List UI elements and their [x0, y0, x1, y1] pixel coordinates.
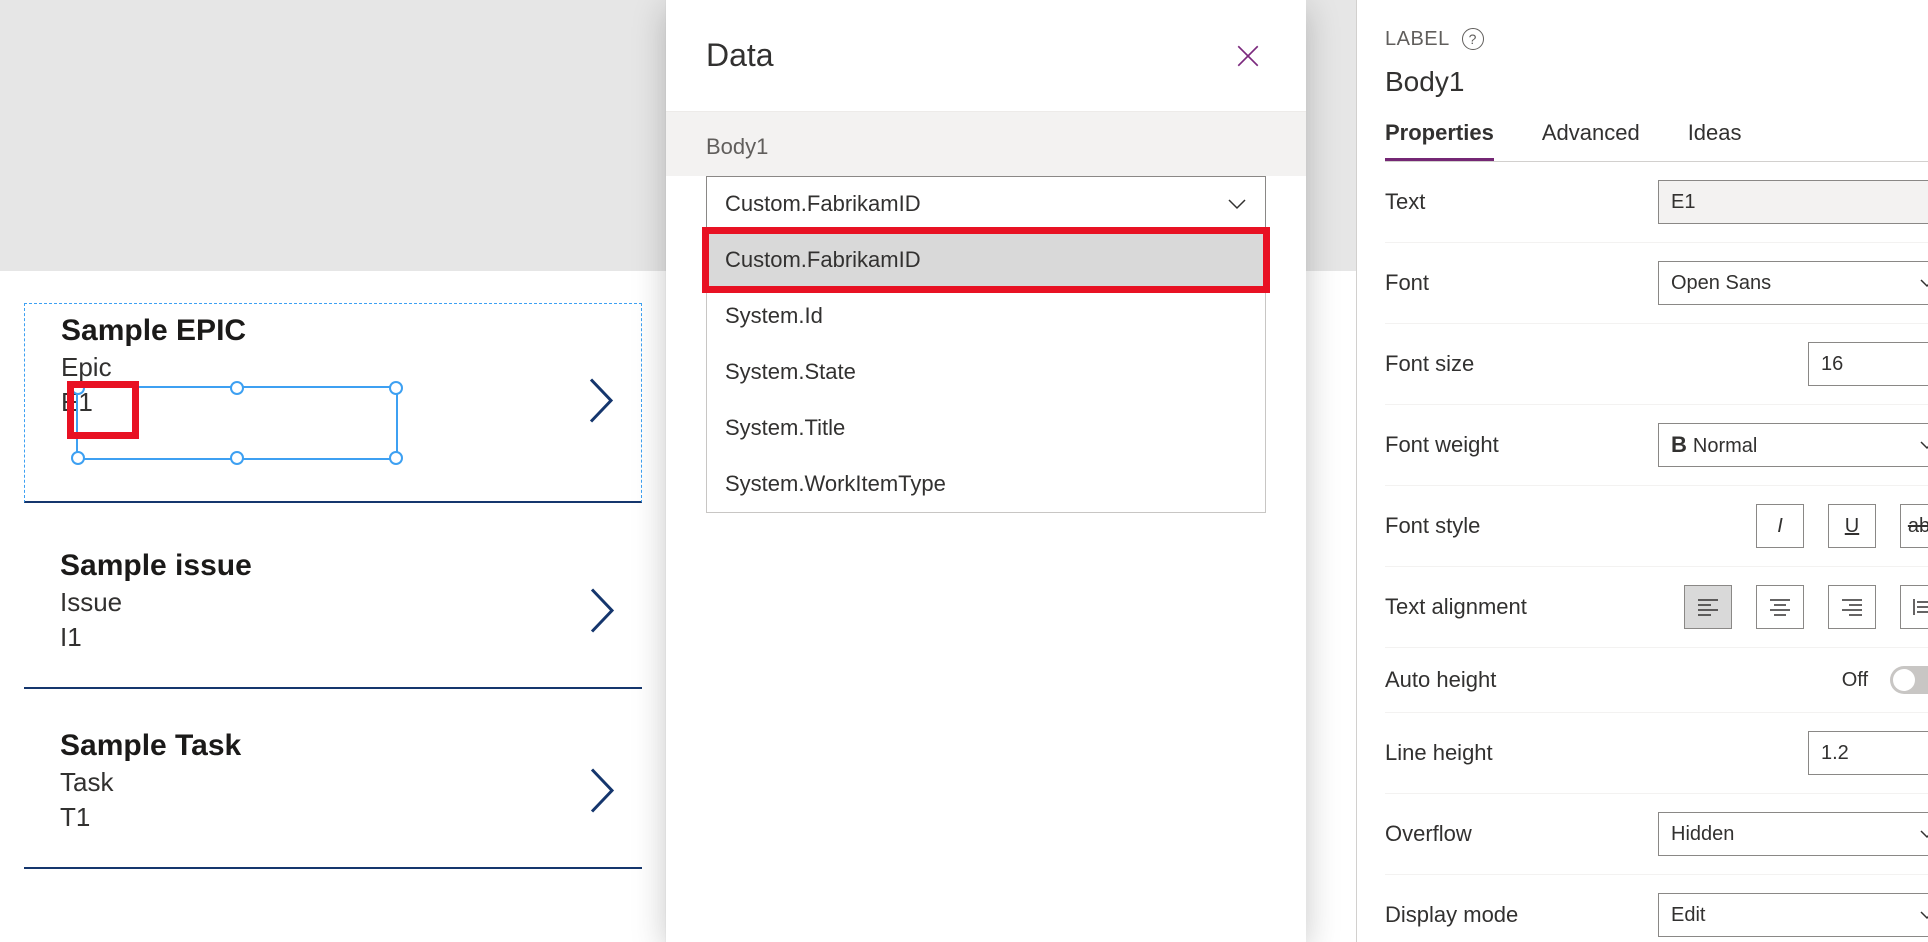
gallery-item-subtitle: Task [24, 763, 642, 798]
gallery-item-title: Sample Task [24, 719, 642, 763]
prop-row-text: Text E1 [1385, 162, 1928, 243]
chevron-right-icon[interactable] [588, 766, 618, 821]
displaymode-select[interactable]: Edit [1658, 893, 1928, 937]
prop-overflow-label: Overflow [1385, 821, 1472, 847]
prop-row-lineheight: Line height 1.2 [1385, 713, 1928, 794]
prop-row-overflow: Overflow Hidden [1385, 794, 1928, 875]
field-combo-value: Custom.FabrikamID [725, 191, 921, 217]
prop-fontweight-label: Font weight [1385, 432, 1499, 458]
prop-text-label: Text [1385, 189, 1425, 215]
dropdown-option-systemtitle[interactable]: System.Title [707, 400, 1265, 456]
prop-row-fontsize: Font size 16 [1385, 324, 1928, 405]
chevron-down-icon [1227, 191, 1247, 217]
gallery-item-task[interactable]: Sample Task Task T1 [24, 719, 642, 869]
data-panel-title: Data [706, 37, 774, 74]
resize-handle[interactable] [71, 451, 85, 465]
panel-type-label: LABEL [1385, 28, 1450, 51]
properties-panel: LABEL ? Body1 Properties Advanced Ideas … [1356, 0, 1928, 942]
align-center-button[interactable] [1756, 585, 1804, 629]
prop-row-font: Font Open Sans [1385, 243, 1928, 324]
font-select[interactable]: Open Sans [1658, 261, 1928, 305]
prop-row-textalign: Text alignment [1385, 567, 1928, 648]
gallery-item-body: I1 [24, 618, 642, 653]
field-combo[interactable]: Custom.FabrikamID [706, 176, 1266, 232]
underline-button[interactable]: U [1828, 504, 1876, 548]
properties-tabs: Properties Advanced Ideas [1385, 112, 1928, 162]
chevron-right-icon[interactable] [588, 586, 618, 641]
prop-row-fontstyle: Font style I U abc [1385, 486, 1928, 567]
control-name: Body1 [1385, 62, 1928, 112]
gallery-item-title: Sample issue [24, 539, 642, 583]
tab-properties[interactable]: Properties [1385, 112, 1494, 161]
fontweight-select[interactable]: BNormal [1658, 423, 1928, 467]
dropdown-option-systemstate[interactable]: System.State [707, 344, 1265, 400]
resize-handle[interactable] [389, 451, 403, 465]
tab-advanced[interactable]: Advanced [1542, 112, 1640, 161]
gallery-item-subtitle: Issue [24, 583, 642, 618]
help-icon[interactable]: ? [1462, 28, 1484, 50]
data-section-label: Body1 [666, 112, 1306, 176]
data-panel: Data Body1 Custom.FabrikamID Custom.Fabr… [666, 0, 1306, 942]
fontsize-input[interactable]: 16 [1808, 342, 1928, 386]
prop-fontstyle-label: Font style [1385, 513, 1480, 539]
gallery-item-issue[interactable]: Sample issue Issue I1 [24, 539, 642, 689]
canvas-header [0, 0, 666, 271]
resize-handle[interactable] [230, 451, 244, 465]
autoheight-toggle[interactable] [1890, 666, 1928, 694]
close-button[interactable] [1234, 42, 1262, 70]
gallery-item-body: T1 [24, 798, 642, 833]
prop-autoheight-label: Auto height [1385, 667, 1496, 693]
lineheight-input[interactable]: 1.2 [1808, 731, 1928, 775]
dropdown-option-fabrikamid[interactable]: Custom.FabrikamID [707, 232, 1265, 288]
field-dropdown: Custom.FabrikamID System.Id System.State… [706, 232, 1266, 513]
prop-fontsize-label: Font size [1385, 351, 1474, 377]
prop-textalign-label: Text alignment [1385, 594, 1527, 620]
prop-displaymode-label: Display mode [1385, 902, 1518, 928]
align-left-button[interactable] [1684, 585, 1732, 629]
dropdown-option-systemid[interactable]: System.Id [707, 288, 1265, 344]
gallery-item-subtitle: Epic [25, 348, 641, 383]
align-right-button[interactable] [1828, 585, 1876, 629]
prop-row-fontweight: Font weight BNormal [1385, 405, 1928, 486]
gallery-item-body[interactable]: E1 [25, 383, 641, 418]
prop-font-label: Font [1385, 270, 1429, 296]
prop-row-displaymode: Display mode Edit [1385, 875, 1928, 942]
tab-ideas[interactable]: Ideas [1688, 112, 1742, 161]
autoheight-state: Off [1842, 669, 1868, 692]
canvas-area: Sample EPIC Epic E1 Sample issue [0, 0, 666, 942]
prop-row-autoheight: Auto height Off [1385, 648, 1928, 713]
align-justify-button[interactable] [1900, 585, 1928, 629]
overflow-select[interactable]: Hidden [1658, 812, 1928, 856]
prop-lineheight-label: Line height [1385, 740, 1493, 766]
text-input[interactable]: E1 [1658, 180, 1928, 224]
gallery-item-title: Sample EPIC [25, 304, 641, 348]
chevron-right-icon[interactable] [587, 375, 617, 430]
dropdown-option-workitemtype[interactable]: System.WorkItemType [707, 456, 1265, 512]
strikethrough-button[interactable]: abc [1900, 504, 1928, 548]
gallery-item-epic[interactable]: Sample EPIC Epic E1 [24, 303, 642, 503]
italic-button[interactable]: I [1756, 504, 1804, 548]
